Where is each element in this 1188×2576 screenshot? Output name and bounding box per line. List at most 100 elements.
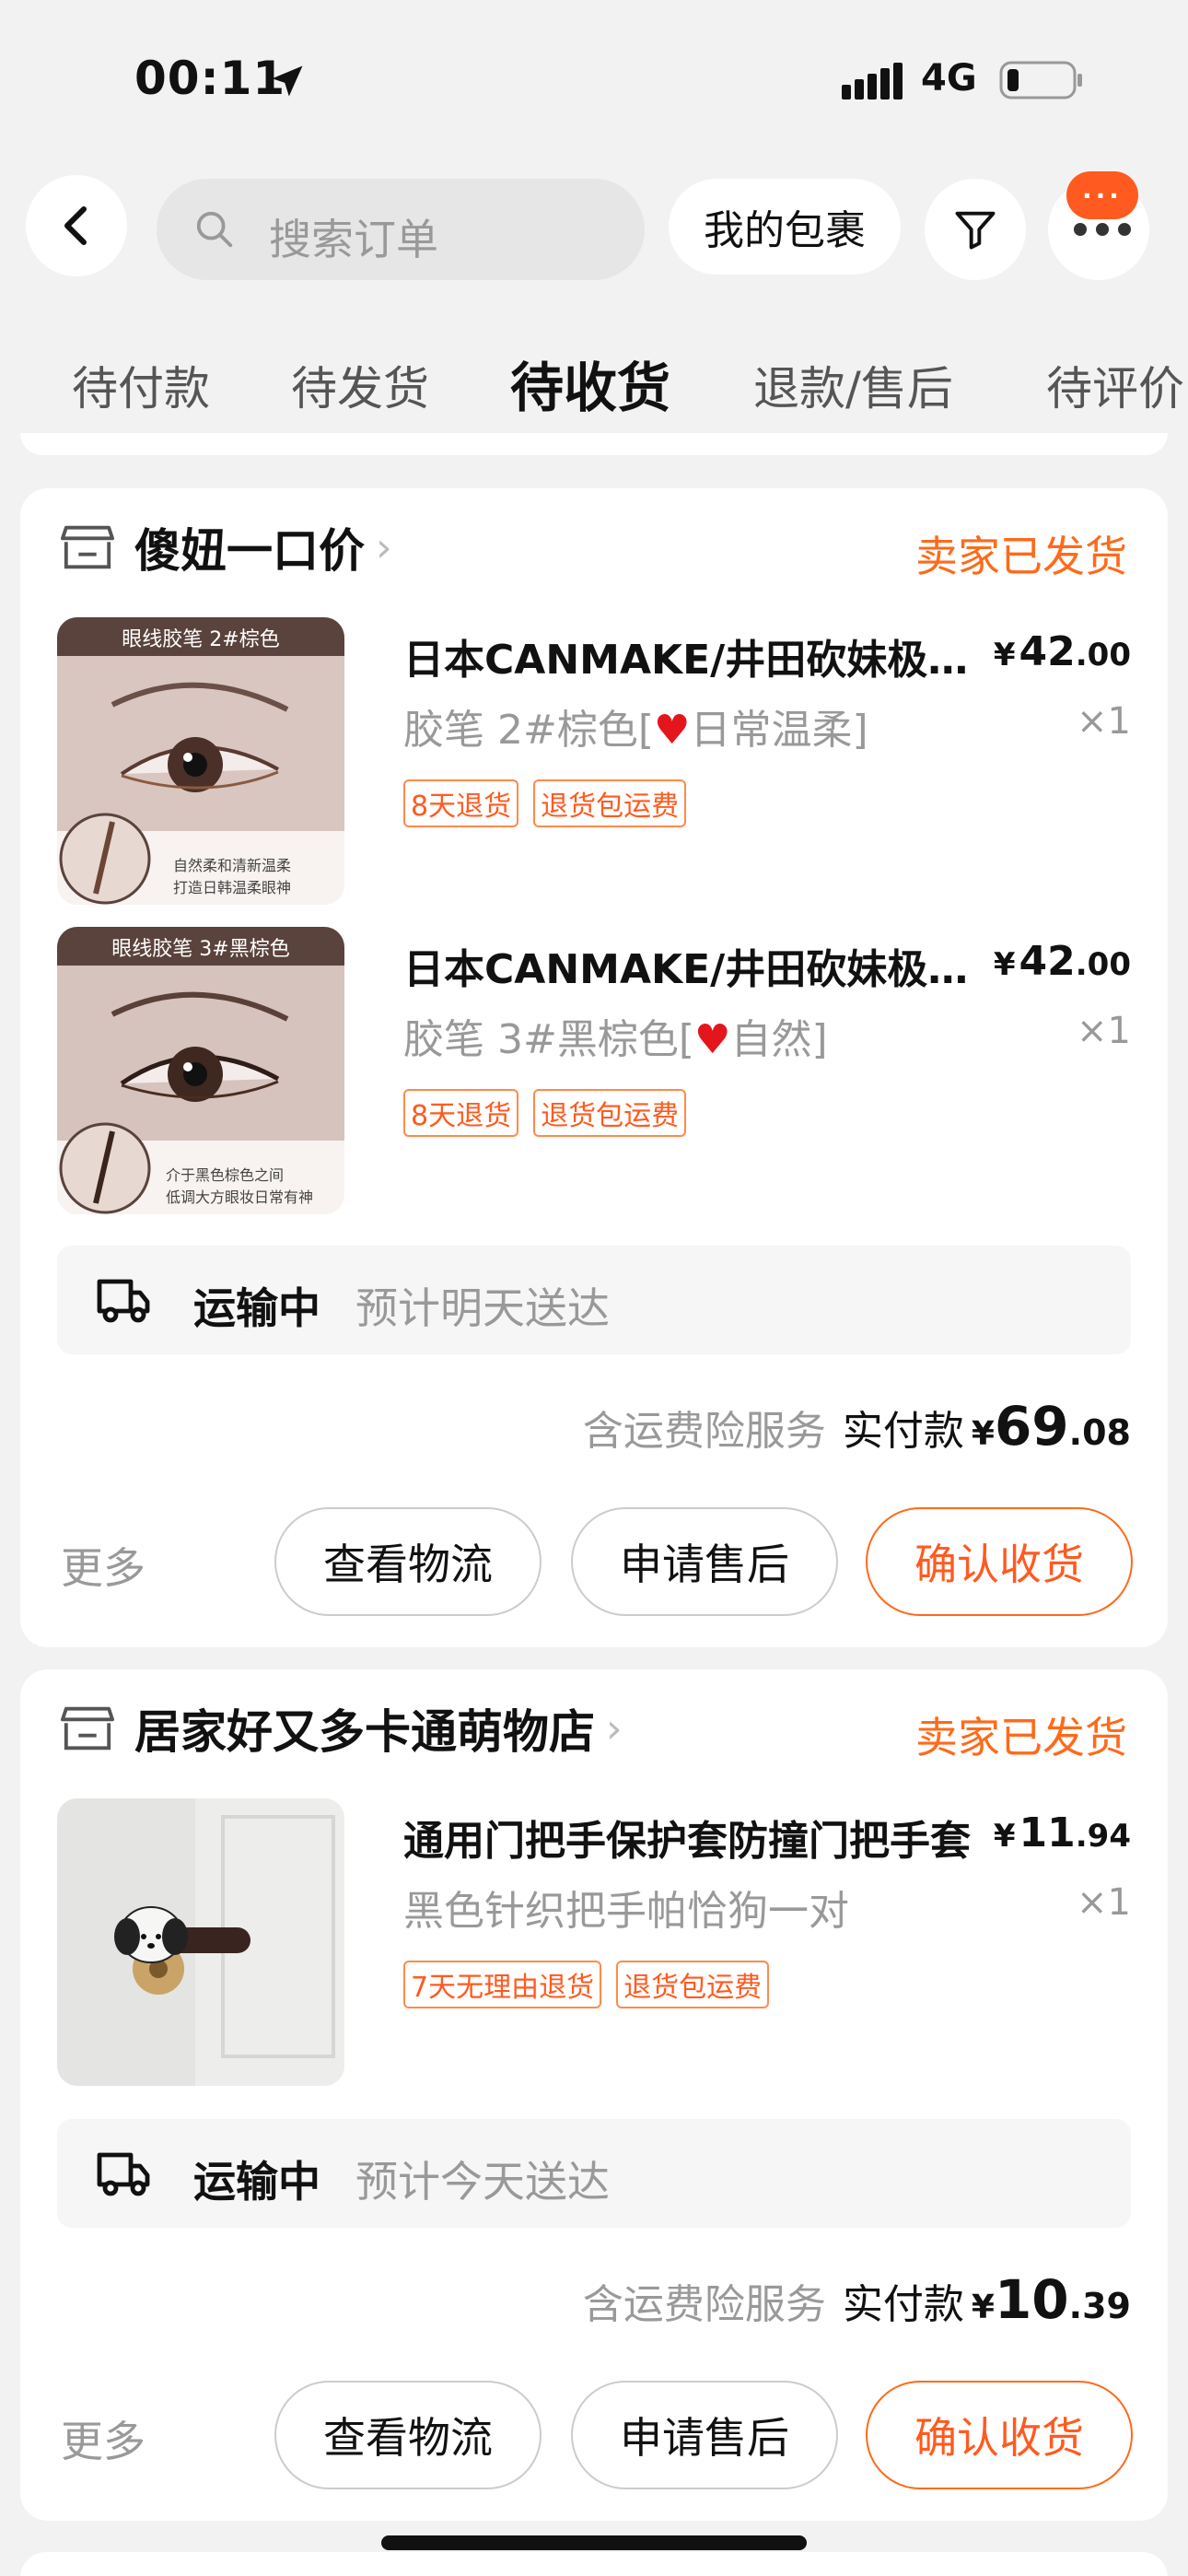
product-spec: 胶笔 3#黑棕色[♥自然] (403, 1006, 828, 1065)
paid-label: 实付款 (842, 2281, 964, 2328)
shipping-status: 运输中 (193, 1283, 320, 1333)
currency-symbol: ¥ (993, 1818, 1016, 1855)
paid-integer: 69 (994, 1395, 1069, 1458)
shipping-status-bar[interactable]: 运输中 预计今天送达 (57, 2119, 1131, 2228)
confirm-receipt-button[interactable]: 确认收货 (866, 2381, 1133, 2489)
product-title: 日本CANMAKE/井田砍妹极细眼线胶笔 (403, 637, 1002, 684)
tab-pending-payment[interactable]: 待付款 (72, 352, 210, 418)
shipping-status-bar[interactable]: 运输中 预计明天送达 (57, 1246, 1131, 1354)
price-integer: 11 (1019, 1809, 1076, 1856)
truck-icon (97, 1279, 150, 1323)
order-status: 卖家已发货 (915, 532, 1127, 581)
confirm-receipt-button[interactable]: 确认收货 (866, 1507, 1133, 1616)
shipping-eta: 预计今天送达 (355, 2157, 610, 2207)
insurance-note: 含运费险服务 (582, 1408, 826, 1455)
thumb-note: 低调大方眼妆日常有神 (166, 1188, 314, 1206)
price-decimal: .00 (1075, 946, 1131, 983)
product-price: ¥11.94 (994, 1809, 1131, 1856)
paid-decimal: .08 (1068, 1412, 1131, 1453)
order-item[interactable]: 眼线胶笔 3#黑棕色 介于黑色棕色之间 低调大方眼妆日常有神 日本CANMAKE… (57, 927, 1131, 1214)
view-logistics-button[interactable]: 查看物流 (274, 1507, 542, 1616)
shop-name: 傻妞一口价 (134, 524, 365, 578)
next-order-card (20, 2552, 1168, 2576)
back-arrow-icon (64, 206, 87, 245)
spec-text: 胶笔 2#棕色[ (403, 707, 655, 754)
spec-text: 日常温柔] (690, 707, 868, 754)
tab-pending-receipt[interactable]: 待收货 (510, 345, 670, 422)
tab-refund-after-sale[interactable]: 退款/售后 (753, 352, 953, 418)
status-bar: 00:11 4G (0, 0, 1188, 157)
product-spec: 胶笔 2#棕色[♥日常温柔] (403, 697, 868, 755)
spec-text: 胶笔 3#黑棕色[ (403, 1016, 695, 1063)
product-image[interactable]: 眼线胶笔 2#棕色 自然柔和清新温柔 打造日韩温柔眼神 (57, 617, 344, 905)
previous-order-card (20, 433, 1168, 455)
product-quantity: ×1 (1077, 1881, 1131, 1924)
currency-symbol: ¥ (993, 946, 1016, 983)
shop-icon (61, 1706, 114, 1751)
product-title: 日本CANMAKE/井田砍妹极细眼线胶笔 (403, 946, 1002, 993)
truck-icon (97, 2152, 150, 2196)
order-item[interactable]: 通用门把手保护套防撞门把手套 ¥11.94 黑色针织把手帕恰狗一对 ×1 7天无… (57, 1798, 1131, 2086)
return-tag: 8天退货 (403, 1089, 519, 1137)
signal-icon (842, 63, 903, 100)
tab-pending-shipment[interactable]: 待发货 (291, 352, 429, 418)
filter-button[interactable] (925, 179, 1026, 280)
paid-decimal: .39 (1068, 2286, 1131, 2326)
service-tags: 7天无理由退货 退货包运费 (403, 1961, 770, 2008)
currency-symbol: ¥ (993, 637, 1016, 673)
shipping-eta: 预计明天送达 (355, 1283, 610, 1333)
shop-header[interactable]: 居家好又多卡通萌物店 › (61, 1701, 623, 1759)
product-spec: 黑色针织把手帕恰狗一对 (403, 1888, 849, 1935)
search-input[interactable]: 搜索订单 (157, 179, 645, 280)
after-sale-button[interactable]: 申请售后 (571, 2381, 838, 2489)
heart-icon: ♥ (654, 707, 691, 754)
product-title: 通用门把手保护套防撞门把手套 (403, 1818, 971, 1865)
message-badge: ··· (1066, 171, 1138, 219)
order-card: 傻妞一口价 › 卖家已发货 眼线胶笔 2#棕色 自然柔和清新温柔 打造日韩温柔眼… (20, 488, 1168, 1647)
price-integer: 42 (1019, 628, 1076, 675)
chevron-right-icon: › (606, 1704, 623, 1752)
insurance-note: 含运费险服务 (582, 2281, 826, 2328)
order-item[interactable]: 眼线胶笔 2#棕色 自然柔和清新温柔 打造日韩温柔眼神 日本CANMAKE/井田… (57, 617, 1131, 905)
thumb-caption: 眼线胶笔 3#黑棕色 (111, 938, 290, 961)
price-decimal: .00 (1075, 637, 1131, 673)
service-tags: 8天退货 退货包运费 (403, 779, 687, 827)
product-price: ¥42.00 (994, 938, 1131, 985)
order-status: 卖家已发货 (915, 1713, 1127, 1762)
network-label: 4G (921, 57, 977, 100)
battery-icon (999, 61, 1082, 100)
shipping-status: 运输中 (193, 2157, 320, 2207)
thumb-note: 打造日韩温柔眼神 (173, 879, 292, 896)
shop-header[interactable]: 傻妞一口价 › (61, 520, 392, 578)
product-image[interactable]: 眼线胶笔 3#黑棕色 介于黑色棕色之间 低调大方眼妆日常有神 (57, 927, 344, 1214)
more-actions-link[interactable]: 更多 (61, 1535, 146, 1596)
back-button[interactable] (26, 175, 127, 276)
view-logistics-button[interactable]: 查看物流 (274, 2381, 542, 2489)
heart-icon: ♥ (694, 1016, 731, 1063)
thumb-note: 自然柔和清新温柔 (173, 857, 292, 874)
my-packages-button[interactable]: 我的包裹 (669, 179, 901, 275)
thumb-note: 介于黑色棕色之间 (166, 1166, 285, 1184)
product-image[interactable] (57, 1798, 344, 2086)
shop-icon (61, 525, 114, 569)
product-price: ¥42.00 (994, 628, 1131, 675)
home-indicator[interactable] (381, 2535, 807, 2550)
return-tag: 7天无理由退货 (403, 1961, 602, 2008)
return-tag: 8天退货 (403, 779, 519, 827)
currency-symbol: ¥ (971, 2289, 995, 2326)
more-actions-link[interactable]: 更多 (61, 2408, 146, 2469)
after-sale-button[interactable]: 申请售后 (571, 1507, 838, 1616)
service-tags: 8天退货 退货包运费 (403, 1089, 687, 1137)
product-quantity: ×1 (1077, 700, 1131, 743)
location-arrow-icon (272, 65, 303, 97)
price-integer: 42 (1019, 938, 1076, 985)
order-actions: 更多 查看物流 申请售后 确认收货 (20, 1507, 1168, 1616)
tab-pending-review[interactable]: 待评价 (1046, 352, 1184, 418)
order-card: 居家好又多卡通萌物店 › 卖家已发货 通用门把手保护套防撞门把手套 ¥11.94… (20, 1669, 1168, 2521)
paid-label: 实付款 (842, 1408, 964, 1455)
status-time: 00:11 (134, 52, 286, 105)
search-placeholder: 搜索订单 (269, 215, 438, 264)
free-return-shipping-tag: 退货包运费 (533, 779, 687, 827)
order-actions: 更多 查看物流 申请售后 确认收货 (20, 2381, 1168, 2489)
price-decimal: .94 (1075, 1818, 1131, 1855)
